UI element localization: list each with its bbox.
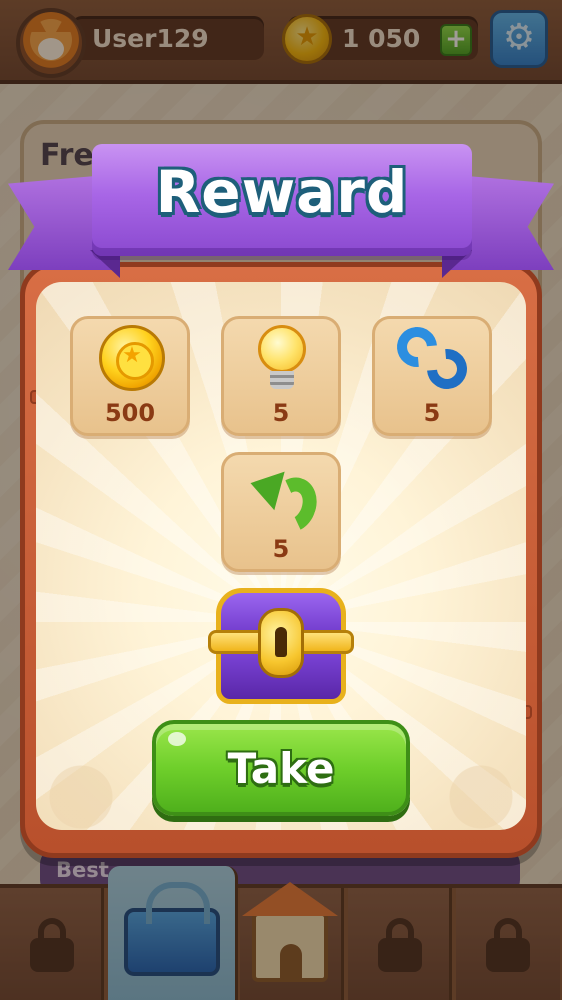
shuffle-icon bbox=[388, 318, 476, 398]
take-button[interactable]: Take bbox=[152, 720, 410, 816]
reward-amount: 5 bbox=[272, 535, 290, 563]
reward-amount: 5 bbox=[272, 399, 290, 427]
undo-arrow-icon bbox=[245, 463, 325, 540]
take-button-label: Take bbox=[227, 744, 335, 793]
reward-tile-hints: 5 bbox=[221, 316, 341, 436]
treasure-chest-icon bbox=[208, 588, 354, 706]
reward-amount: 500 bbox=[104, 399, 156, 427]
chest-lock bbox=[258, 608, 304, 678]
coin-icon: ★ bbox=[99, 325, 165, 391]
lightbulb-base bbox=[270, 371, 294, 389]
reward-tile-undo: 5 bbox=[221, 452, 341, 572]
keyhole-icon bbox=[275, 627, 287, 657]
reward-tile-coins: ★ 500 bbox=[70, 316, 190, 436]
modal-title: Reward bbox=[155, 158, 409, 226]
reward-amount: 5 bbox=[423, 399, 441, 427]
reward-tile-shuffle: 5 bbox=[372, 316, 492, 436]
lightbulb-hint-icon bbox=[258, 325, 306, 373]
